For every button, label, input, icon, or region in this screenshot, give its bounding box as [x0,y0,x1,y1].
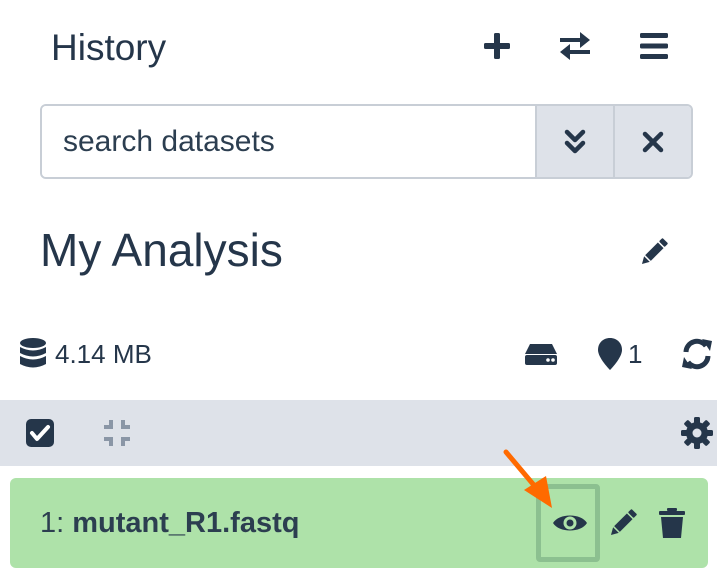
refresh-history-button[interactable] [680,334,714,374]
compress-icon [104,420,130,446]
history-panel-title: History [51,27,167,68]
dataset-title[interactable]: 1: mutant_R1.fastq [40,506,299,540]
exchange-arrows-icon [560,32,590,60]
double-chevron-down-icon [564,129,586,153]
search-bar [40,104,693,179]
history-name: My Analysis [40,224,283,276]
select-items-button[interactable] [18,411,62,455]
history-options-menu-button[interactable] [632,24,676,68]
pencil-icon [610,509,637,536]
history-toolbar [0,400,717,466]
marker-count: 1 [628,338,643,369]
history-size-text: 4.14 MB [55,338,152,369]
dataset-hid: 1: [40,507,65,539]
search-datasets-input[interactable] [42,106,535,177]
close-x-icon [642,131,664,152]
delete-dataset-button[interactable] [650,501,694,545]
history-settings-button[interactable] [675,411,717,455]
checkbox-checked-icon [26,419,54,447]
pointer-arrow-icon [503,449,552,508]
clear-search-button[interactable] [613,106,691,177]
map-marker-icon [598,338,622,370]
advanced-search-toggle-button[interactable] [535,106,613,177]
edit-history-name-button[interactable] [632,230,676,274]
database-icon [20,338,46,368]
collapse-items-button[interactable] [95,411,139,455]
eye-icon [553,515,587,531]
create-history-button[interactable] [475,24,519,68]
sync-arrows-icon [682,338,712,370]
plus-icon [484,33,510,59]
edit-dataset-attributes-button[interactable] [601,501,645,545]
history-size-button[interactable]: 4.14 MB [19,334,152,374]
pencil-icon [641,238,668,265]
dataset-name: mutant_R1.fastq [72,507,300,539]
history-markers-button[interactable]: 1 [598,334,642,374]
switch-history-button[interactable] [553,24,597,68]
bars-menu-icon [640,33,668,59]
trash-icon [659,508,685,538]
dataset-item[interactable]: 1: mutant_R1.fastq [10,478,708,568]
gear-icon [681,417,713,449]
storage-dashboard-button[interactable] [524,334,558,374]
hard-drive-icon [525,344,557,365]
